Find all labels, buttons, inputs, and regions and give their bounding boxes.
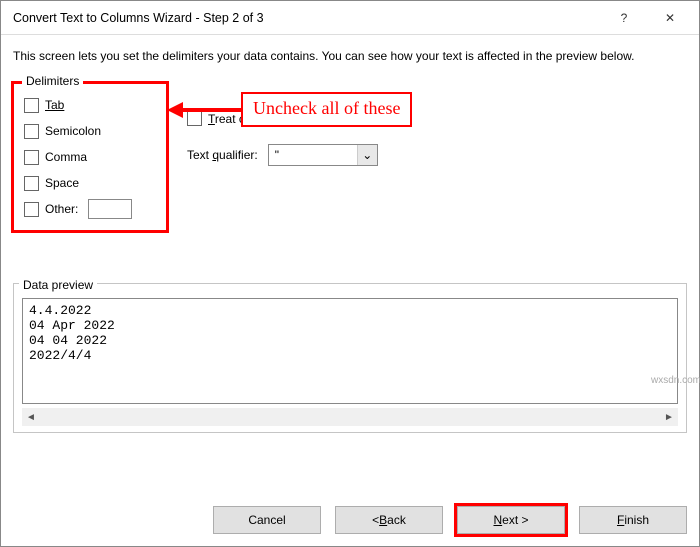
delimiters-legend: Delimiters [22, 74, 83, 88]
annotation-text: Uncheck all of these [241, 92, 412, 127]
other-checkbox[interactable] [24, 202, 39, 217]
close-icon: ✕ [665, 11, 675, 25]
text-qualifier-label: Text qualifier: [187, 148, 258, 162]
titlebar: Convert Text to Columns Wizard - Step 2 … [1, 1, 699, 35]
space-label: Space [45, 176, 79, 190]
button-bar: Cancel < Back Next > Finish [213, 506, 687, 534]
comma-label: Comma [45, 150, 87, 164]
finish-button[interactable]: Finish [579, 506, 687, 534]
delimiter-comma-row: Comma [24, 144, 156, 170]
other-input[interactable] [88, 199, 132, 219]
chevron-down-icon: ⌄ [357, 145, 377, 165]
semicolon-checkbox[interactable] [24, 124, 39, 139]
watermark: wxsdn.com [651, 375, 700, 386]
horizontal-scrollbar[interactable]: ◄ ► [22, 408, 678, 426]
data-preview-box: 4.4.2022 04 Apr 2022 04 04 2022 2022/4/4 [22, 298, 678, 404]
cancel-button[interactable]: Cancel [213, 506, 321, 534]
text-qualifier-select[interactable]: " ⌄ [268, 144, 378, 166]
delimiter-other-row: Other: [24, 196, 156, 222]
text-qualifier-value: " [269, 148, 357, 162]
arrow-left-icon [167, 102, 183, 118]
data-preview-legend: Data preview [19, 278, 97, 292]
tab-checkbox[interactable] [24, 98, 39, 113]
dialog-window: Convert Text to Columns Wizard - Step 2 … [0, 0, 700, 547]
annotation: Uncheck all of these [167, 92, 412, 127]
dialog-content: This screen lets you set the delimiters … [1, 35, 699, 443]
preview-outer: 4.4.2022 04 Apr 2022 04 04 2022 2022/4/4… [13, 283, 687, 433]
delimiters-group: Delimiters Tab Semicolon Comma Space [11, 81, 169, 233]
tab-label: Tab [45, 98, 64, 112]
arrow-line [183, 108, 241, 112]
delimiter-semicolon-row: Semicolon [24, 118, 156, 144]
next-button[interactable]: Next > [457, 506, 565, 534]
delimiter-space-row: Space [24, 170, 156, 196]
comma-checkbox[interactable] [24, 150, 39, 165]
other-label: Other: [45, 202, 78, 216]
help-button[interactable]: ? [601, 3, 647, 33]
instruction-text: This screen lets you set the delimiters … [11, 49, 689, 63]
window-title: Convert Text to Columns Wizard - Step 2 … [13, 11, 601, 25]
delimiter-tab-row: Tab [24, 92, 156, 118]
scroll-left-icon: ◄ [22, 408, 40, 426]
semicolon-label: Semicolon [45, 124, 101, 138]
text-qualifier-row: Text qualifier: " ⌄ [187, 144, 396, 166]
scroll-right-icon: ► [660, 408, 678, 426]
back-button[interactable]: < Back [335, 506, 443, 534]
data-preview-group: Data preview 4.4.2022 04 Apr 2022 04 04 … [11, 269, 689, 433]
space-checkbox[interactable] [24, 176, 39, 191]
close-button[interactable]: ✕ [647, 3, 693, 33]
help-icon: ? [621, 11, 628, 25]
